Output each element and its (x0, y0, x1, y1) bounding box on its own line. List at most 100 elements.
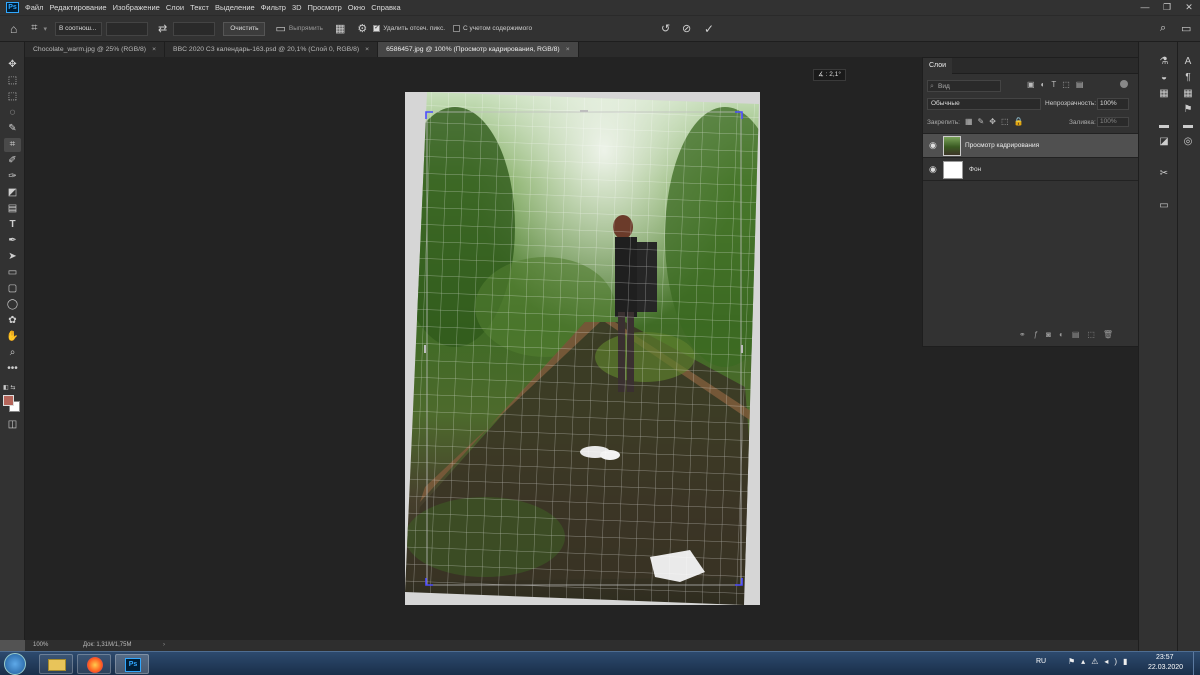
pen-tool-icon[interactable]: ✒ (4, 234, 21, 248)
dock-icons-left[interactable]: ⚗ ◒ ▦ ▬ ◪ ✂ ▭ (1157, 54, 1171, 214)
foreground-color-swatch[interactable] (3, 395, 14, 406)
menu-help[interactable]: Справка (371, 3, 400, 12)
quick-mask-icon[interactable]: ◫ (4, 418, 21, 432)
move-tool-icon[interactable]: ✥ (4, 58, 21, 72)
explorer-taskbar-icon[interactable] (39, 654, 73, 674)
rounded-rect-tool-icon[interactable]: ▢ (4, 282, 21, 296)
layer-row[interactable]: ◉ Просмотр кадрирования (923, 133, 1139, 157)
content-aware-checkbox[interactable] (453, 25, 461, 32)
start-button[interactable] (4, 653, 26, 675)
show-desktop-button[interactable] (1193, 652, 1200, 675)
layers-panel-header: Слои ≡ (923, 58, 1149, 74)
chevron-down-icon[interactable]: ▾ (43, 25, 47, 33)
marquee-tool-icon[interactable]: ⬚ (4, 90, 21, 104)
custom-shape-tool-icon[interactable]: ✿ (4, 314, 21, 328)
hand-tool-icon[interactable]: ✋ (4, 330, 21, 344)
lock-icons[interactable]: ▦✎✥⬚🔒 (965, 117, 1028, 126)
menu-view[interactable]: Просмотр (308, 3, 342, 12)
filter-toggle[interactable] (1120, 80, 1128, 88)
layers-tab[interactable]: Слои (923, 58, 953, 74)
layer-row[interactable]: ◉ Фон (923, 157, 1139, 181)
crop-handle-top[interactable] (580, 110, 588, 112)
menu-file[interactable]: Файл (25, 3, 43, 12)
menu-type[interactable]: Текст (190, 3, 209, 12)
gear-icon[interactable]: ⚙ (357, 22, 367, 35)
menu-image[interactable]: Изображение (113, 3, 160, 12)
search-icon: ⌕ (930, 83, 934, 90)
home-icon[interactable]: ⌂ (10, 22, 17, 36)
search-icon[interactable]: ⌕ (1160, 22, 1166, 35)
layer-filter-select[interactable]: ⌕ Вид (927, 80, 1001, 92)
clear-button[interactable]: Очистить (223, 21, 266, 36)
width-field[interactable] (105, 21, 148, 36)
type-tool-icon[interactable]: T (4, 218, 21, 232)
firefox-taskbar-icon[interactable] (77, 654, 111, 674)
content-aware-label: С учетом содержимого (463, 25, 533, 32)
minimize-icon[interactable]: — (1134, 0, 1156, 15)
rectangle-tool-icon[interactable]: ▭ (4, 266, 21, 280)
eraser-tool-icon[interactable]: ◩ (4, 186, 21, 200)
close-icon[interactable]: × (365, 46, 369, 53)
height-field[interactable] (173, 21, 216, 36)
crop-tool-preset-icon[interactable]: ⌗ (31, 22, 37, 35)
maximize-icon[interactable]: ❐ (1156, 0, 1178, 15)
crop-handle-right[interactable] (741, 345, 743, 353)
opacity-field[interactable]: 100% (1097, 98, 1129, 110)
artboard-tool-icon[interactable]: ⬚ (4, 74, 21, 88)
default-colors-icon[interactable]: ◧ ⇆ (3, 384, 15, 391)
cancel-icon[interactable]: ⊘ (682, 22, 691, 35)
tab-bbc-calendar[interactable]: BBC 2020 C3 календарь-163.psd @ 20,1% (С… (165, 42, 379, 57)
tab-chocolate-warm[interactable]: Chocolate_warm.jpg @ 25% (RGB/8) × (25, 42, 166, 57)
swap-icon[interactable]: ⇄ (158, 22, 167, 35)
gradient-tool-icon[interactable]: ▤ (4, 202, 21, 216)
photoshop-logo: Ps (125, 658, 141, 672)
menu-layers[interactable]: Слои (166, 3, 184, 12)
layers-panel: Слои ≡ ⌕ Вид ▣◐T⬚▤ Обычные Непрозрачност… (922, 57, 1149, 347)
menu-window[interactable]: Окно (348, 3, 365, 12)
ratio-select[interactable]: В соотнош... (54, 21, 102, 36)
commit-icon[interactable]: ✓ (704, 22, 714, 36)
workspace-icon[interactable]: ▭ (1181, 22, 1191, 35)
menu-3d[interactable]: 3D (292, 3, 302, 12)
eye-icon[interactable]: ◉ (929, 140, 937, 151)
taskbar: Ps RU ⚑▴⚠◂)▮ 23:57 22.03.2020 (0, 651, 1200, 675)
tray-icons[interactable]: ⚑▴⚠◂)▮ (1068, 657, 1133, 666)
photoshop-taskbar-icon[interactable]: Ps (115, 654, 149, 674)
close-icon[interactable]: ✕ (1178, 0, 1200, 15)
dock-icons-right[interactable]: A ¶ ▦ ⚑ ▬ ◎ (1181, 54, 1195, 150)
layer-filter-icons[interactable]: ▣◐T⬚▤ (1027, 80, 1089, 89)
photoshop-logo: Ps (6, 2, 19, 13)
status-bar: 100% Док: 1,31M/1,75M › (25, 640, 1138, 651)
path-select-tool-icon[interactable]: ➤ (4, 250, 21, 264)
eyedropper-tool-icon[interactable]: ✐ (4, 154, 21, 168)
close-icon[interactable]: × (152, 46, 156, 53)
crop-tool-icon[interactable]: ⌗ (4, 138, 21, 152)
menu-edit[interactable]: Редактирование (49, 3, 106, 12)
zoom-tool-icon[interactable]: ⌕ (4, 346, 21, 360)
delete-pixels-checkbox[interactable]: ✓ (373, 25, 381, 32)
zoom-level[interactable]: 100% (33, 640, 48, 651)
crop-handle-left[interactable] (424, 345, 426, 353)
opacity-label: Непрозрачность: (1045, 100, 1097, 107)
quick-select-tool-icon[interactable]: ✎ (4, 122, 21, 136)
close-icon[interactable]: × (566, 46, 570, 53)
straighten-label[interactable]: Выпрямить (289, 25, 323, 32)
lock-label: Закрепить: (927, 119, 960, 126)
more-tools-icon[interactable]: ••• (4, 362, 21, 376)
menu-select[interactable]: Выделение (215, 3, 255, 12)
brush-tool-icon[interactable]: ✑ (4, 170, 21, 184)
lasso-tool-icon[interactable]: ◌ (4, 106, 21, 120)
menu-bar: Ps Файл Редактирование Изображение Слои … (0, 0, 1200, 15)
chevron-right-icon[interactable]: › (163, 640, 165, 651)
layer-actions[interactable]: ⚭ƒ◙◐▤⬚🗑 (1019, 330, 1121, 339)
straighten-icon[interactable]: ▭ (275, 22, 285, 35)
menu-filter[interactable]: Фильтр (261, 3, 286, 12)
language-indicator[interactable]: RU (1036, 658, 1046, 665)
blend-mode-select[interactable]: Обычные (927, 98, 1041, 110)
reset-icon[interactable]: ↺ (661, 22, 670, 35)
grid-overlay-icon[interactable]: ▦ (335, 22, 345, 35)
tab-active-document[interactable]: 6586457.jpg @ 100% (Просмотр кадрировани… (378, 42, 579, 57)
eye-icon[interactable]: ◉ (929, 164, 937, 175)
ellipse-tool-icon[interactable]: ◯ (4, 298, 21, 312)
fill-field[interactable]: 100% (1097, 117, 1129, 127)
